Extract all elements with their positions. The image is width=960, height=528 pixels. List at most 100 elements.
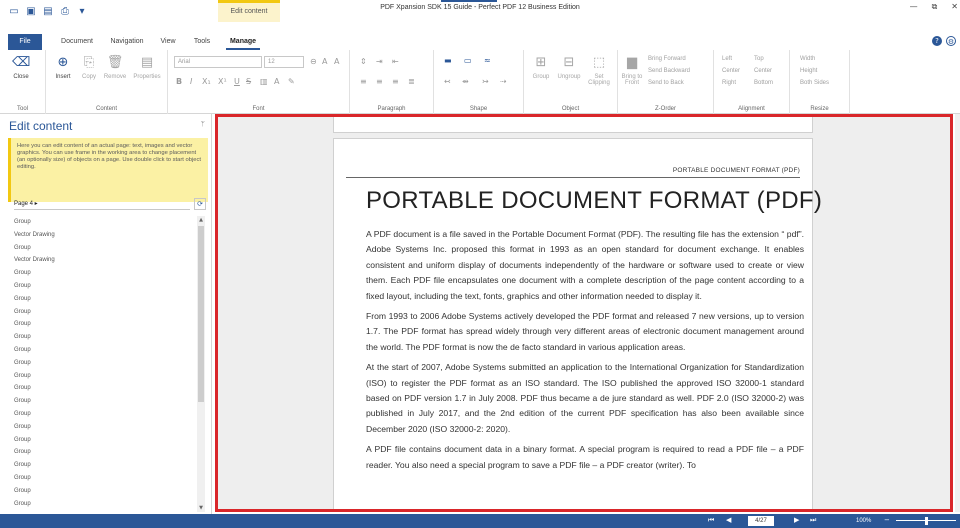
scroll-up-icon[interactable]: ▲ (197, 216, 205, 224)
highlight-icon[interactable]: ✎ (288, 77, 295, 86)
list-item[interactable]: Group (14, 395, 196, 408)
insert-button[interactable]: ⊕ Insert (50, 54, 76, 80)
help-icon[interactable]: ? (932, 36, 942, 46)
document-view[interactable]: PORTABLE DOCUMENT FORMAT (PDF) PORTABLE … (215, 114, 953, 512)
tab-tools[interactable]: Tools (188, 34, 216, 50)
list-item[interactable]: Vector Drawing (14, 229, 196, 242)
first-page-icon[interactable]: ⏮ (708, 516, 714, 525)
list-item[interactable]: Vector Drawing (14, 254, 196, 267)
list-item[interactable]: Group (14, 293, 196, 306)
list-item[interactable]: Group (14, 216, 196, 229)
outdent-icon[interactable]: ⇤ (392, 57, 399, 66)
tab-document[interactable]: Document (56, 34, 98, 50)
text-color-icon[interactable]: A (274, 77, 279, 86)
list-item[interactable]: Group (14, 434, 196, 447)
fill-color-icon[interactable]: ▬ (444, 56, 452, 65)
list-item[interactable]: Group (14, 280, 196, 293)
list-item[interactable]: Group (14, 382, 196, 395)
font-grow-icon[interactable]: A (322, 57, 327, 66)
line-style-icon[interactable]: ≈ (484, 56, 491, 65)
font-color-icon[interactable]: ⊖ (310, 57, 317, 66)
list-item[interactable]: Group (14, 421, 196, 434)
close-tool-button[interactable]: ⌫ Close (8, 54, 34, 80)
send-to-back-button[interactable]: Send to Back (648, 80, 684, 86)
line-width-icon[interactable]: ⇴ (462, 77, 469, 86)
previous-page-icon[interactable]: ◀ (726, 516, 731, 524)
pin-icon[interactable]: ᛘ (201, 120, 205, 128)
arrow-start-icon[interactable]: ↢ (444, 77, 451, 86)
document-page[interactable]: PORTABLE DOCUMENT FORMAT (PDF) PORTABLE … (333, 138, 822, 509)
align-obj-right-button[interactable]: Right (722, 80, 736, 86)
resize-both-button[interactable]: Both Sides (800, 80, 829, 86)
minimize-button[interactable]: — (910, 2, 918, 12)
tab-navigation[interactable]: Navigation (104, 34, 150, 50)
align-obj-center-v-button[interactable]: Center (754, 68, 772, 74)
underline-icon[interactable]: U (234, 77, 240, 86)
properties-button[interactable]: ▤ Properties (130, 54, 164, 80)
arrow-end-icon[interactable]: ↣ (482, 77, 489, 86)
vertical-scrollbar[interactable] (955, 114, 960, 512)
resize-width-button[interactable]: Width (800, 56, 815, 62)
align-obj-bottom-button[interactable]: Bottom (754, 80, 773, 86)
zoom-out-icon[interactable]: − (884, 516, 890, 524)
list-item[interactable]: Group (14, 408, 196, 421)
list-item[interactable]: Group (14, 446, 196, 459)
italic-icon[interactable]: I (190, 77, 192, 86)
page-number-field[interactable]: 4/27 (748, 516, 774, 526)
border-icon[interactable]: ▥ (260, 77, 268, 86)
remove-button[interactable]: 🗑 Remove (102, 54, 128, 80)
scroll-thumb[interactable] (198, 226, 204, 402)
align-right-icon[interactable]: ≡ (392, 77, 399, 86)
last-page-icon[interactable]: ⏭ (810, 516, 816, 525)
list-item[interactable]: Group (14, 472, 196, 485)
align-obj-center-h-button[interactable]: Center (722, 68, 740, 74)
font-size-field[interactable]: 12 (264, 56, 304, 68)
bring-forward-button[interactable]: Bring Forward (648, 56, 686, 62)
settings-icon[interactable]: ⚙ (946, 36, 956, 46)
ungroup-button[interactable]: ⊟ Ungroup (556, 54, 582, 80)
font-name-field[interactable]: Arial (174, 56, 262, 68)
refresh-icon[interactable]: ⟳ (194, 198, 206, 210)
list-item[interactable]: Group (14, 344, 196, 357)
list-item[interactable]: Group (14, 459, 196, 472)
list-item[interactable]: Group (14, 306, 196, 319)
justify-icon[interactable]: ≣ (408, 77, 415, 86)
subscript-icon[interactable]: X₁ (202, 77, 211, 86)
align-obj-left-button[interactable]: Left (722, 56, 732, 62)
align-left-icon[interactable]: ≡ (360, 77, 367, 86)
align-center-icon[interactable]: ≡ (376, 77, 383, 86)
line-spacing-icon[interactable]: ⇕ (360, 57, 367, 66)
superscript-icon[interactable]: X¹ (218, 77, 227, 86)
list-item[interactable]: Group (14, 370, 196, 383)
group-button[interactable]: ⊞ Group (528, 54, 554, 80)
list-item[interactable]: Group (14, 242, 196, 255)
zoom-slider-thumb[interactable] (925, 517, 928, 525)
bring-to-front-button[interactable]: ▆ Bring to Front (620, 54, 644, 86)
align-obj-top-button[interactable]: Top (754, 56, 764, 62)
strikethrough-icon[interactable]: S (246, 77, 251, 86)
list-item[interactable]: Group (14, 318, 196, 331)
tab-view[interactable]: View (156, 34, 180, 50)
stroke-color-icon[interactable]: ▭ (464, 56, 472, 65)
scroll-down-icon[interactable]: ▼ (197, 504, 205, 512)
font-shrink-icon[interactable]: A (334, 57, 339, 66)
list-item[interactable]: Group (14, 485, 196, 498)
list-item[interactable]: Group (14, 498, 196, 511)
page-selector[interactable]: Page 4 ▸ (14, 199, 190, 210)
list-item[interactable]: Group (14, 267, 196, 280)
indent-icon[interactable]: ⇥ (376, 57, 383, 66)
set-clipping-button[interactable]: ⬚ Set Clipping (586, 54, 612, 86)
send-backward-button[interactable]: Send Backward (648, 68, 690, 74)
list-item[interactable]: Group (14, 357, 196, 370)
bold-icon[interactable]: B (176, 77, 182, 86)
close-button[interactable]: ✕ (951, 2, 958, 12)
tab-file[interactable]: File (8, 34, 42, 50)
next-page-icon[interactable]: ▶ (794, 516, 799, 524)
dash-icon[interactable]: ⇢ (500, 77, 507, 86)
object-list-scrollbar[interactable]: ▲ ▼ (197, 216, 205, 512)
copy-button[interactable]: ⎘ Copy (76, 54, 102, 80)
tab-manage[interactable]: Manage (226, 34, 260, 50)
resize-height-button[interactable]: Height (800, 68, 817, 74)
restore-button[interactable]: ⧉ (932, 2, 938, 12)
list-item[interactable]: Group (14, 331, 196, 344)
